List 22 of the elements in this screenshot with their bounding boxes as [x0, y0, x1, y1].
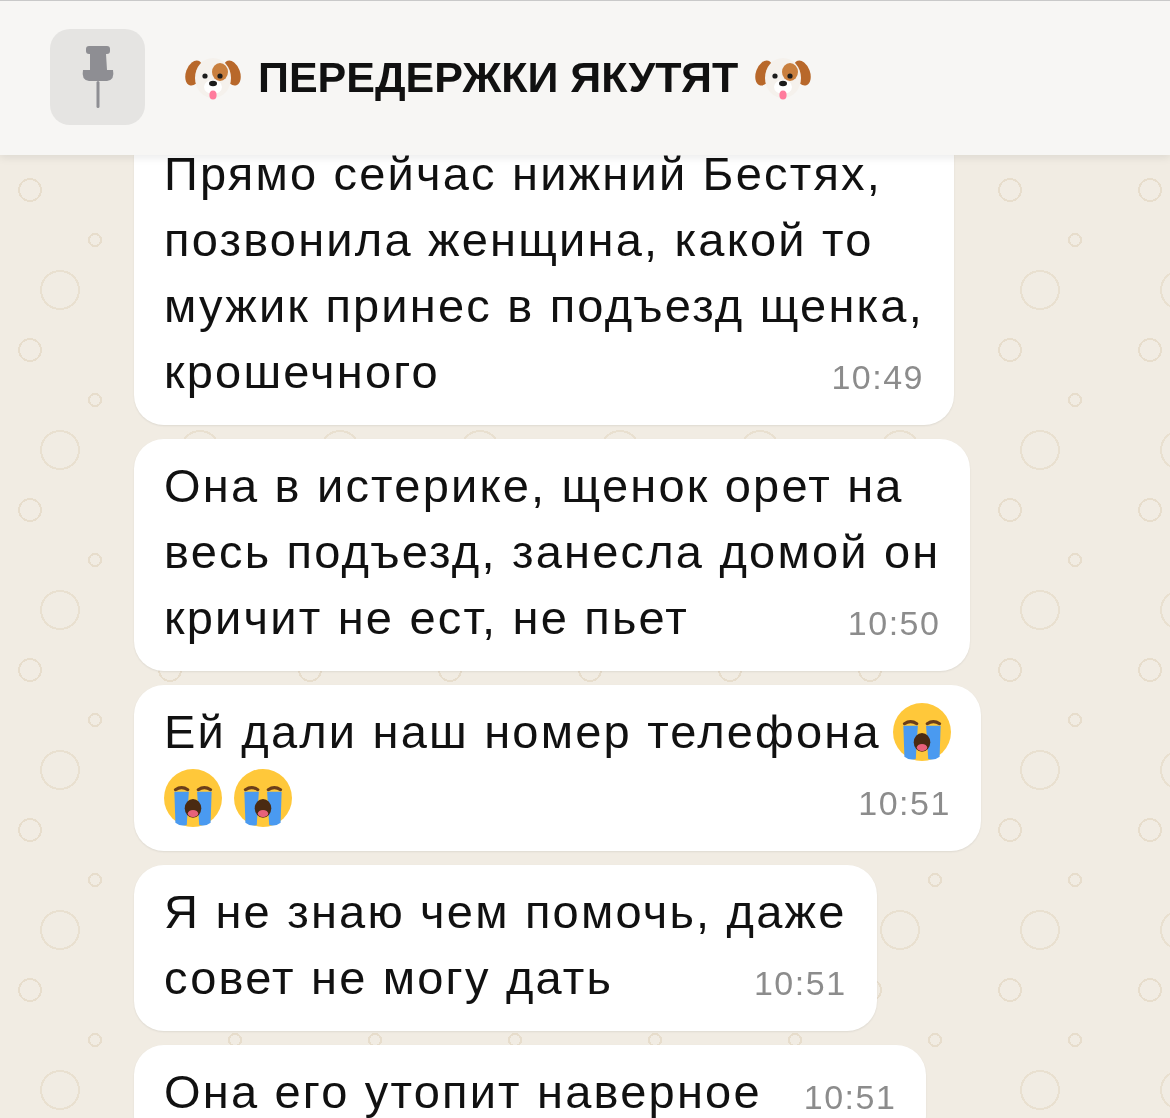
message-text: Прямо сейчас нижний Бестях,: [164, 155, 883, 202]
message-text: кричит не ест, не пьет: [164, 590, 690, 646]
crying-face-icon: [234, 769, 292, 827]
crying-face-icon: [164, 769, 222, 827]
message-text: Ей дали наш номер телефона: [164, 704, 881, 760]
message-text: мужик принес в подъезд щенка,: [164, 278, 924, 334]
message-time: 10:51: [752, 966, 847, 1000]
crying-face-icon: [892, 703, 951, 761]
pin-button[interactable]: [50, 28, 145, 125]
message-time: 10:49: [830, 360, 924, 394]
message-text: совет не могу дать: [164, 950, 614, 1006]
message-text: позвонила женщина, какой то: [164, 212, 874, 268]
message-text: Она в истерике, щенок орет на: [164, 458, 904, 514]
message-text: крошечного: [164, 344, 440, 400]
message-text: весь подъезд, занесла домой он: [164, 524, 941, 580]
message-time: 10:51: [857, 786, 951, 820]
message-time: 10:51: [802, 1080, 897, 1114]
message-time: 10:50: [846, 606, 941, 640]
message-text: Она его утопит наверное: [164, 1064, 762, 1118]
pinned-message-bar[interactable]: ПЕРЕДЕРЖКИ ЯКУТЯТ: [0, 0, 1170, 155]
message-text: Я не знаю чем помочь, даже: [164, 884, 847, 940]
pinned-title: ПЕРЕДЕРЖКИ ЯКУТЯТ: [258, 51, 739, 103]
